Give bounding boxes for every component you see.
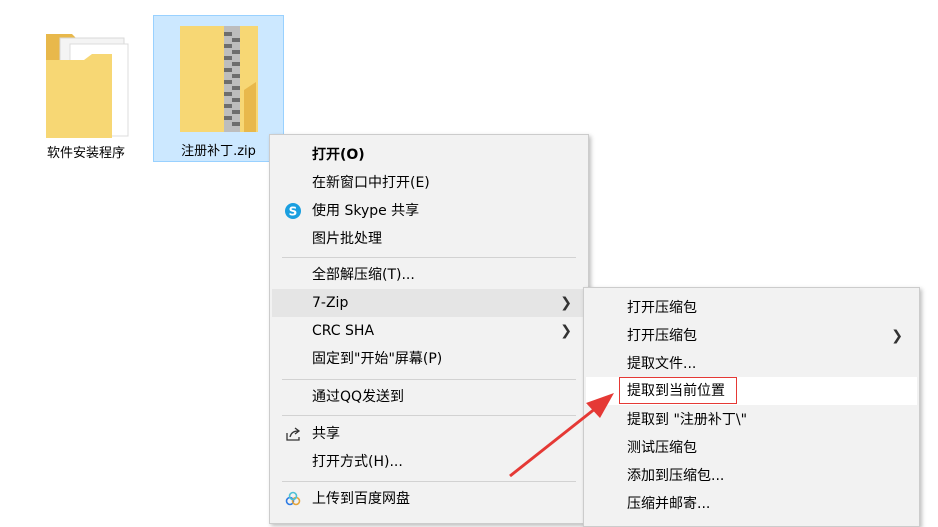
menu-separator [282,257,576,258]
menu-item-label: CRC SHA [312,323,375,339]
chevron-right-icon: ❯ [560,295,572,311]
menu-item-send-qq[interactable]: 通过QQ发送到 [272,383,586,411]
menu-item-label: 压缩并邮寄... [627,496,711,512]
menu-item-label: 通过QQ发送到 [312,389,405,405]
menu-item-label: 打开压缩包 [627,300,697,316]
menu-item-label: 打开(O) [312,147,365,163]
folder-icon [46,34,129,138]
menu-item-pin-start[interactable]: 固定到"开始"屏幕(P) [272,345,586,373]
menu-separator [282,415,576,416]
menu-item-label: 图片批处理 [312,231,382,247]
baidu-netdisk-icon [285,491,301,506]
annotation-highlight-box [619,377,737,404]
zip-file-label: 注册补丁.zip [181,144,256,159]
menu-item-label: 全部解压缩(T)... [312,267,415,283]
submenu-item-add-to-archive[interactable]: 添加到压缩包... [586,462,917,490]
menu-item-crc-sha[interactable]: CRC SHA ❯ [272,317,586,345]
menu-item-label: 提取文件... [627,356,697,372]
menu-item-label: 在新窗口中打开(E) [312,175,430,191]
menu-item-label: 打开压缩包 [627,328,697,344]
submenu-item-extract-to-folder[interactable]: 提取到 "注册补丁\" [586,406,917,434]
menu-item-label: 添加到压缩包... [627,468,725,484]
submenu-item-compress-email[interactable]: 压缩并邮寄... [586,490,917,518]
menu-item-extract-all[interactable]: 全部解压缩(T)... [272,261,586,289]
menu-separator [282,379,576,380]
menu-item-7zip[interactable]: 7-Zip ❯ [272,289,586,317]
submenu-item-open-archive[interactable]: 打开压缩包 [586,294,917,322]
menu-item-open-with[interactable]: 打开方式(H)... [272,448,586,476]
menu-item-skype-share[interactable]: S 使用 Skype 共享 [272,197,586,225]
menu-item-label: 打开方式(H)... [312,454,403,470]
menu-item-label: 使用 Skype 共享 [312,203,420,219]
menu-item-open[interactable]: 打开(O) [272,141,586,169]
skype-icon: S [285,203,301,219]
menu-item-batch-image[interactable]: 图片批处理 [272,225,586,253]
menu-item-baidu-upload[interactable]: 上传到百度网盘 [272,485,586,513]
menu-item-label: 提取到 "注册补丁\" [627,412,748,428]
svg-text:S: S [289,205,298,219]
menu-item-label: 7-Zip [312,295,349,311]
menu-item-label: 测试压缩包 [627,440,697,456]
submenu-item-test-archive[interactable]: 测试压缩包 [586,434,917,462]
folder-software-installer[interactable]: 软件安装程序 [30,20,142,170]
submenu-item-open-archive-more[interactable]: 打开压缩包 ❯ [586,322,917,350]
submenu-item-extract-files[interactable]: 提取文件... [586,350,917,378]
menu-item-share[interactable]: 共享 [272,420,586,448]
7zip-submenu: 打开压缩包 打开压缩包 ❯ 提取文件... 提取到当前位置 提取到 "注册补丁\… [583,287,920,527]
menu-item-label: 固定到"开始"屏幕(P) [312,351,443,367]
zip-file-item[interactable]: 注册补丁.zip [153,15,284,162]
context-menu: 打开(O) 在新窗口中打开(E) S 使用 Skype 共享 图片批处理 全部解… [269,134,589,524]
menu-item-label: 上传到百度网盘 [312,491,410,507]
menu-separator [282,481,576,482]
menu-item-open-new-window[interactable]: 在新窗口中打开(E) [272,169,586,197]
menu-item-label: 共享 [312,426,340,442]
chevron-right-icon: ❯ [560,323,572,339]
folder-label: 软件安装程序 [46,146,125,161]
chevron-right-icon: ❯ [891,328,903,344]
share-icon [286,427,301,441]
zip-folder-icon [180,26,258,132]
